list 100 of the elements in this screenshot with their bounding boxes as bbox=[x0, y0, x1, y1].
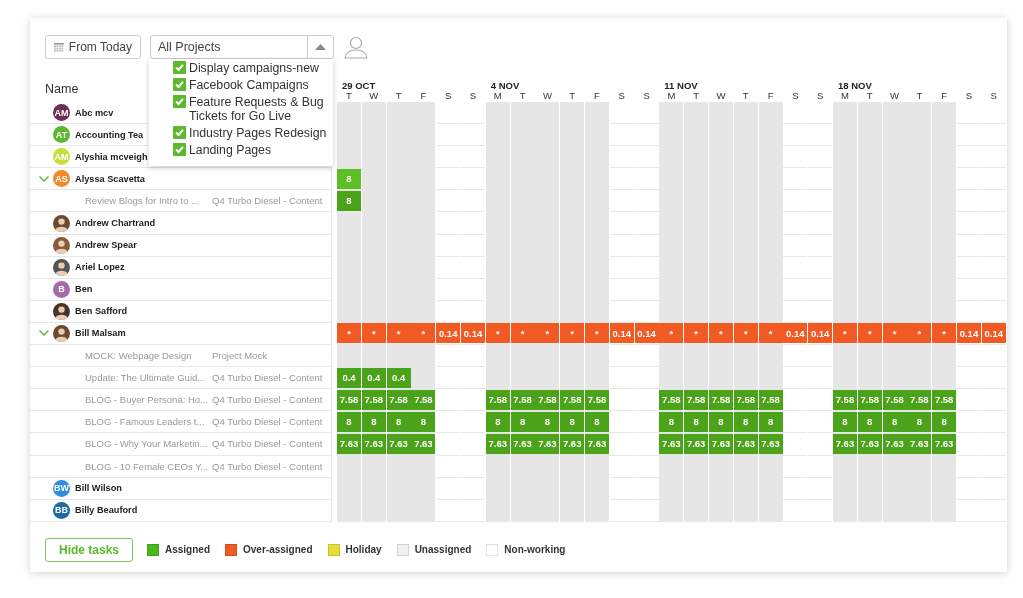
person-name[interactable]: Andrew Chartrand bbox=[75, 218, 156, 228]
hours-block[interactable]: 7.58 bbox=[535, 389, 560, 410]
hours-block[interactable]: 8 bbox=[857, 411, 882, 432]
person-name[interactable]: Ariel Lopez bbox=[75, 262, 125, 273]
project-option[interactable]: Feature Requests & Bug Tickets for Go Live bbox=[189, 94, 329, 123]
task-name[interactable]: BLOG - 10 Female CEOs Y... bbox=[85, 460, 212, 472]
task-name[interactable]: BLOG - Why Your Marketin... bbox=[85, 438, 212, 450]
hours-block[interactable]: 7.63 bbox=[510, 433, 535, 454]
hours-block[interactable]: 0.14 bbox=[981, 323, 1006, 344]
hours-block[interactable]: 8 bbox=[337, 190, 361, 211]
hours-block[interactable]: 8 bbox=[361, 411, 386, 432]
hours-block[interactable]: 7.63 bbox=[857, 433, 882, 454]
hours-block[interactable]: 7.63 bbox=[337, 433, 361, 454]
hours-block[interactable]: 7.58 bbox=[560, 389, 585, 410]
hours-block[interactable]: 7.63 bbox=[882, 433, 907, 454]
hours-block[interactable]: * bbox=[932, 323, 957, 344]
hours-block[interactable]: * bbox=[535, 323, 560, 344]
hours-block[interactable]: 7.58 bbox=[659, 389, 684, 410]
hours-block[interactable]: 7.58 bbox=[907, 389, 932, 410]
hours-block[interactable]: 7.63 bbox=[684, 433, 709, 454]
checkbox-icon[interactable] bbox=[173, 126, 186, 139]
hours-block[interactable]: 8 bbox=[584, 411, 609, 432]
hours-block[interactable]: 7.58 bbox=[932, 389, 957, 410]
hours-block[interactable]: 7.63 bbox=[932, 433, 957, 454]
person-name[interactable]: Abc mcv bbox=[75, 107, 114, 118]
hours-block[interactable]: * bbox=[857, 323, 882, 344]
person-name[interactable]: Ben bbox=[75, 284, 93, 295]
chevron-icon[interactable] bbox=[39, 330, 49, 337]
hours-block[interactable]: 0.14 bbox=[634, 323, 659, 344]
hours-block[interactable]: 8 bbox=[560, 411, 585, 432]
hours-block[interactable]: 8 bbox=[337, 411, 361, 432]
person-name[interactable]: Alyssa Scavetta bbox=[75, 173, 145, 184]
hours-block[interactable]: * bbox=[584, 323, 609, 344]
project-option[interactable]: Industry Pages Redesign bbox=[189, 125, 329, 140]
hours-block[interactable]: 8 bbox=[535, 411, 560, 432]
hours-block[interactable]: 8 bbox=[907, 411, 932, 432]
hours-block[interactable]: 0.14 bbox=[783, 323, 808, 344]
hours-block[interactable]: 7.63 bbox=[411, 433, 436, 454]
hours-block[interactable]: * bbox=[386, 323, 411, 344]
chevron-icon[interactable] bbox=[39, 175, 49, 182]
hours-block[interactable]: * bbox=[361, 323, 386, 344]
checkbox-icon[interactable] bbox=[173, 95, 186, 108]
person-name[interactable]: Bill Malsam bbox=[75, 328, 126, 339]
hours-block[interactable]: 8 bbox=[386, 411, 411, 432]
from-today-button[interactable]: From Today bbox=[45, 35, 141, 59]
task-name[interactable]: BLOG - Famous Leaders t... bbox=[85, 416, 212, 428]
hours-block[interactable]: 0.14 bbox=[956, 323, 981, 344]
hours-block[interactable]: 0.14 bbox=[436, 323, 461, 344]
hours-block[interactable]: 7.58 bbox=[337, 389, 361, 410]
hours-block[interactable]: 0.14 bbox=[609, 323, 634, 344]
hours-block[interactable]: 8 bbox=[758, 411, 783, 432]
task-name[interactable]: Review Blogs for Intro to ... bbox=[85, 195, 212, 207]
hours-block[interactable]: * bbox=[907, 323, 932, 344]
hours-block[interactable]: * bbox=[832, 323, 857, 344]
task-name[interactable]: MOCK: Webpage Design bbox=[85, 350, 212, 362]
hours-block[interactable]: * bbox=[485, 323, 510, 344]
hours-block[interactable]: 0.14 bbox=[808, 323, 833, 344]
hours-block[interactable]: * bbox=[560, 323, 585, 344]
hours-block[interactable]: 8 bbox=[932, 411, 957, 432]
hours-block[interactable]: * bbox=[510, 323, 535, 344]
hours-block[interactable]: 7.58 bbox=[758, 389, 783, 410]
project-option[interactable]: Landing Pages bbox=[189, 142, 329, 157]
checkbox-icon[interactable] bbox=[173, 78, 186, 91]
hours-block[interactable]: 7.58 bbox=[386, 389, 411, 410]
hours-block[interactable]: 7.58 bbox=[584, 389, 609, 410]
hours-block[interactable]: 7.58 bbox=[882, 389, 907, 410]
hours-block[interactable]: 8 bbox=[733, 411, 758, 432]
hours-block[interactable]: 8 bbox=[684, 411, 709, 432]
hours-block[interactable]: 7.58 bbox=[684, 389, 709, 410]
hours-block[interactable]: 8 bbox=[411, 411, 436, 432]
person-name[interactable]: Accounting Tea bbox=[75, 129, 144, 140]
hours-block[interactable]: * bbox=[733, 323, 758, 344]
hide-tasks-button[interactable]: Hide tasks bbox=[45, 537, 133, 562]
hours-block[interactable]: 7.58 bbox=[832, 389, 857, 410]
hours-block[interactable]: 7.63 bbox=[758, 433, 783, 454]
hours-block[interactable]: * bbox=[708, 323, 733, 344]
person-name[interactable]: Billy Beauford bbox=[75, 505, 138, 516]
hours-block[interactable]: 7.63 bbox=[584, 433, 609, 454]
hours-block[interactable]: 7.58 bbox=[361, 389, 386, 410]
project-select[interactable]: All Projects bbox=[150, 35, 334, 59]
hours-block[interactable]: 7.58 bbox=[411, 389, 436, 410]
project-option[interactable]: Display campaigns-new bbox=[189, 60, 329, 75]
hours-block[interactable]: 7.63 bbox=[535, 433, 560, 454]
hours-block[interactable]: * bbox=[684, 323, 709, 344]
hours-block[interactable]: 8 bbox=[832, 411, 857, 432]
hours-block[interactable]: 8 bbox=[659, 411, 684, 432]
hours-block[interactable]: 7.63 bbox=[560, 433, 585, 454]
user-icon[interactable] bbox=[344, 35, 368, 59]
hours-block[interactable]: 7.63 bbox=[361, 433, 386, 454]
hours-block[interactable]: 7.63 bbox=[733, 433, 758, 454]
hours-block[interactable]: 7.58 bbox=[485, 389, 510, 410]
hours-block[interactable]: 0.4 bbox=[337, 367, 361, 388]
checkbox-icon[interactable] bbox=[173, 143, 186, 156]
project-option[interactable]: Facebook Campaigns bbox=[189, 77, 329, 92]
hours-block[interactable]: 7.58 bbox=[708, 389, 733, 410]
person-name[interactable]: Ben Safford bbox=[75, 306, 128, 317]
hours-block[interactable]: 8 bbox=[485, 411, 510, 432]
person-name[interactable]: Andrew Spear bbox=[75, 240, 137, 251]
hours-block[interactable]: 7.63 bbox=[386, 433, 411, 454]
hours-block[interactable]: 0.4 bbox=[386, 367, 411, 388]
